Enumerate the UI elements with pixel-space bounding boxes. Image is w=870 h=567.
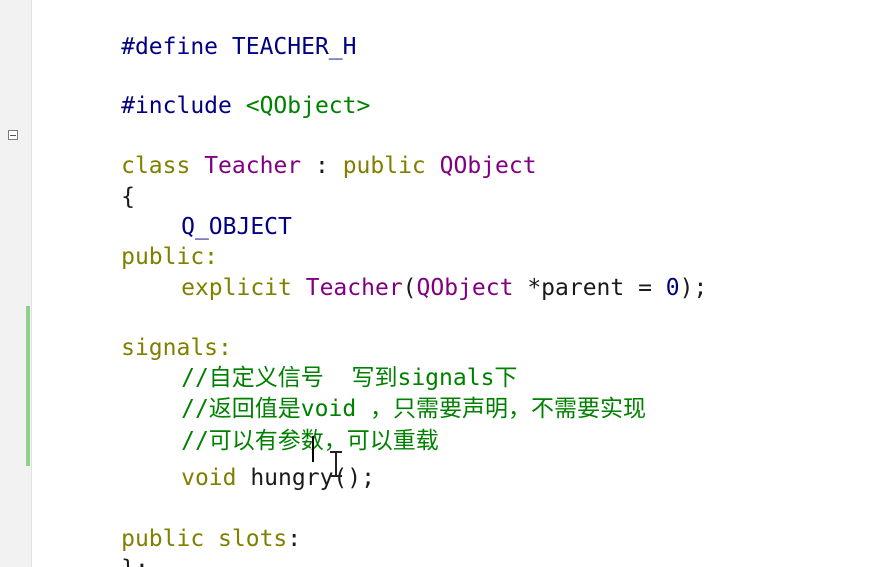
constructor-name: Teacher (305, 275, 403, 301)
code-line: signals: (38, 303, 232, 361)
code-line: void hungry(); (38, 433, 375, 491)
code-line: #define TEACHER_H (38, 2, 356, 60)
keyword: explicit (181, 275, 292, 301)
function-declaration: hungry(); (236, 465, 375, 491)
editor-gutter (0, 0, 32, 567)
code-editor[interactable]: #define TEACHER_H #include <QObject> cla… (0, 0, 870, 567)
preprocessor-directive: #define TEACHER_H (121, 34, 357, 60)
code-line: //返回值是void ，只需要声明，不需要实现 (38, 364, 646, 422)
punctuation: ); (679, 275, 708, 301)
code-line: { (38, 152, 135, 210)
number-literal: 0 (665, 275, 680, 301)
param-name: *parent = (513, 275, 666, 301)
text-caret (312, 436, 314, 462)
code-line: }; (38, 524, 149, 567)
code-line: public: (38, 212, 218, 270)
code-line: #include <QObject> (38, 61, 370, 119)
param-type: QObject (416, 275, 514, 301)
code-line: //可以有参数，可以重载 (38, 396, 439, 454)
code-line: //自定义信号 写到signals下 (38, 333, 517, 391)
keyword: void (181, 465, 237, 491)
text-cursor-icon (330, 451, 342, 477)
brace: }; (121, 556, 149, 567)
code-line: Q_OBJECT (38, 182, 292, 240)
punctuation: ( (402, 275, 417, 301)
keyword: slots (218, 526, 288, 552)
include-path: <QObject> (245, 93, 371, 119)
base-class-name: QObject (439, 153, 537, 179)
preprocessor-directive: #include (121, 93, 246, 119)
fold-collapse-icon[interactable] (8, 130, 18, 140)
code-line: explicit Teacher(QObject *parent = 0); (38, 243, 707, 301)
code-area[interactable]: #define TEACHER_H #include <QObject> cla… (38, 0, 870, 567)
punctuation: : (301, 153, 343, 179)
class-name: Teacher (204, 153, 302, 179)
code-line: public slots: (38, 494, 301, 552)
keyword: public (342, 153, 426, 179)
change-marker (26, 306, 30, 466)
punctuation: : (287, 526, 302, 552)
code-line: class Teacher : public QObject (38, 121, 536, 179)
